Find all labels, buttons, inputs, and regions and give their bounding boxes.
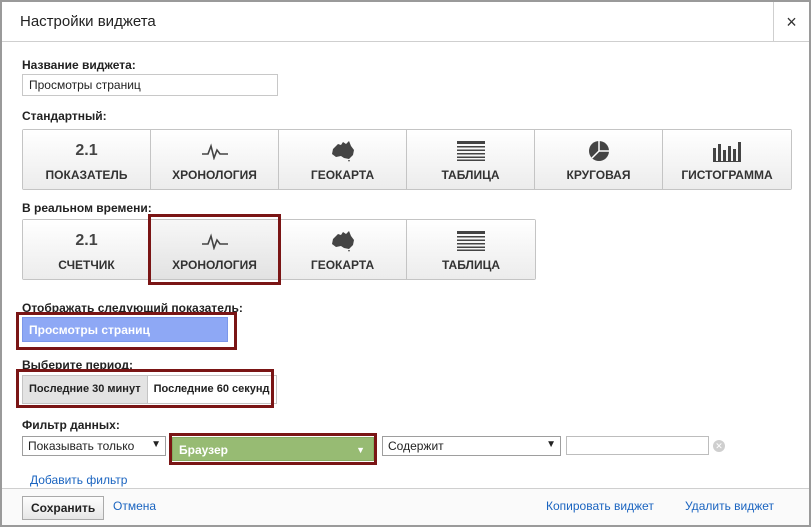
map-icon [331, 141, 354, 162]
widget-name-label: Название виджета: [22, 58, 136, 72]
save-button[interactable]: Сохранить [22, 496, 105, 520]
copy-widget-link[interactable]: Копировать виджет [546, 499, 654, 513]
add-filter-link[interactable]: Добавить фильтр [30, 473, 127, 487]
standard-timeline-button[interactable]: ХРОНОЛОГИЯ [151, 130, 279, 189]
widget-settings-dialog: Настройки виджета × Название виджета: Ст… [0, 0, 811, 527]
button-label: ХРОНОЛОГИЯ [172, 168, 257, 182]
clear-filter-icon[interactable]: ✕ [713, 440, 725, 452]
dropdown-arrow-icon: ▼ [356, 445, 365, 455]
standard-label: Стандартный: [22, 109, 107, 123]
button-label: КРУГОВАЯ [566, 168, 631, 182]
period-label: Выберите период: [22, 358, 134, 372]
filter-dimension-select[interactable]: Браузер ▼ [172, 437, 374, 461]
metric-label: Отображать следующий показатель: [22, 301, 243, 315]
bar-chart-icon [713, 142, 741, 162]
number-icon: 2.1 [75, 232, 98, 249]
filter-dimension-value: Браузер [179, 443, 228, 457]
period-60-seconds-button[interactable]: Последние 60 секунд [148, 376, 276, 403]
close-icon: × [786, 12, 797, 32]
standard-histogram-button[interactable]: ГИСТОГРАММА [663, 130, 791, 189]
filter-mode-value: Показывать только [28, 439, 135, 453]
standard-geomap-button[interactable]: ГЕОКАРТА [279, 130, 407, 189]
standard-pie-button[interactable]: КРУГОВАЯ [535, 130, 663, 189]
filter-condition-select[interactable]: Содержит ▼ [382, 436, 561, 456]
filter-value-input[interactable] [566, 436, 709, 455]
table-icon [456, 141, 485, 161]
realtime-table-button[interactable]: ТАБЛИЦА [407, 220, 535, 279]
button-label: ХРОНОЛОГИЯ [172, 258, 257, 272]
pie-icon [588, 140, 609, 161]
dropdown-arrow-icon: ▼ [546, 439, 556, 450]
button-label: ПОКАЗАТЕЛЬ [45, 168, 128, 182]
metric-selector[interactable]: Просмотры страниц [22, 317, 228, 342]
button-label: ГЕОКАРТА [310, 258, 375, 272]
cancel-link[interactable]: Отмена [113, 499, 156, 513]
realtime-label: В реальном времени: [22, 201, 152, 215]
dialog-titlebar: Настройки виджета × [2, 2, 809, 42]
button-label: СЧЕТЧИК [58, 258, 115, 272]
timeline-icon [201, 233, 228, 250]
widget-name-input[interactable] [22, 74, 278, 96]
button-label: ГИСТОГРАММА [681, 168, 773, 182]
realtime-geomap-button[interactable]: ГЕОКАРТА [279, 220, 407, 279]
dropdown-arrow-icon: ▼ [151, 439, 161, 450]
realtime-type-group: 2.1 СЧЕТЧИК ХРОНОЛОГИЯ ГЕОКАРТА ТАБЛИЦА [22, 219, 536, 280]
timeline-icon [201, 143, 228, 160]
standard-table-button[interactable]: ТАБЛИЦА [407, 130, 535, 189]
filter-mode-select[interactable]: Показывать только ▼ [22, 436, 166, 456]
realtime-counter-button[interactable]: 2.1 СЧЕТЧИК [23, 220, 151, 279]
period-toggle-group: Последние 30 минут Последние 60 секунд [22, 375, 277, 404]
delete-widget-link[interactable]: Удалить виджет [685, 499, 774, 513]
button-label: ТАБЛИЦА [441, 168, 500, 182]
filter-label: Фильтр данных: [22, 418, 120, 432]
map-icon [331, 231, 354, 252]
number-icon: 2.1 [75, 142, 98, 159]
filter-condition-value: Содержит [388, 439, 444, 453]
table-icon [457, 231, 485, 251]
dialog-title: Настройки виджета [20, 13, 156, 30]
standard-type-group: 2.1 ПОКАЗАТЕЛЬ ХРОНОЛОГИЯ ГЕОКАРТА ТАБЛИ… [22, 129, 792, 190]
button-label: ТАБЛИЦА [441, 258, 501, 272]
close-button[interactable]: × [773, 2, 809, 42]
button-label: ГЕОКАРТА [310, 168, 375, 182]
period-30-minutes-button[interactable]: Последние 30 минут [23, 376, 148, 403]
realtime-timeline-button[interactable]: ХРОНОЛОГИЯ [151, 220, 279, 279]
standard-metric-button[interactable]: 2.1 ПОКАЗАТЕЛЬ [23, 130, 151, 189]
